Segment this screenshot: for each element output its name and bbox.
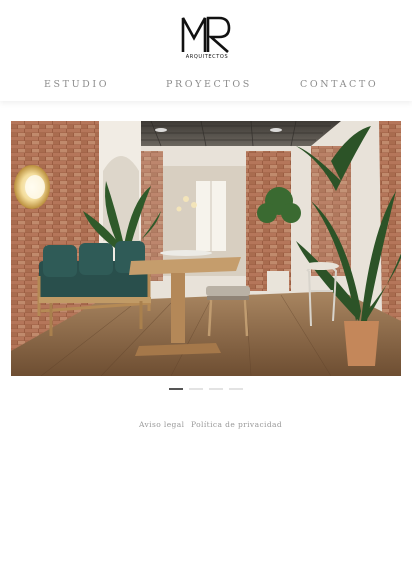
logo-mark-icon [181, 16, 231, 53]
nav-item-estudio[interactable]: ESTUDIO [44, 78, 109, 92]
logo[interactable]: ARQUITECTOS [181, 14, 233, 60]
site-header: ARQUITECTOS ESTUDIO PROYECTOS CONTACTO [0, 0, 412, 101]
main-nav: ESTUDIO PROYECTOS CONTACTO [0, 78, 412, 92]
slider-pagination [169, 387, 245, 391]
slider-dot-4[interactable] [229, 388, 243, 390]
slider-dot-1[interactable] [169, 388, 183, 390]
footer: Aviso legal Política de privacidad [0, 420, 412, 432]
image-slider[interactable] [11, 121, 401, 376]
footer-link-aviso-legal[interactable]: Aviso legal [139, 420, 184, 429]
nav-item-proyectos[interactable]: PROYECTOS [166, 78, 252, 92]
nav-item-contacto[interactable]: CONTACTO [300, 78, 378, 92]
footer-link-privacidad[interactable]: Política de privacidad [191, 420, 282, 429]
slider-dot-3[interactable] [209, 388, 223, 390]
slide-image [11, 121, 401, 376]
slider-dot-2[interactable] [189, 388, 203, 390]
logo-subtitle: ARQUITECTOS [185, 54, 229, 60]
